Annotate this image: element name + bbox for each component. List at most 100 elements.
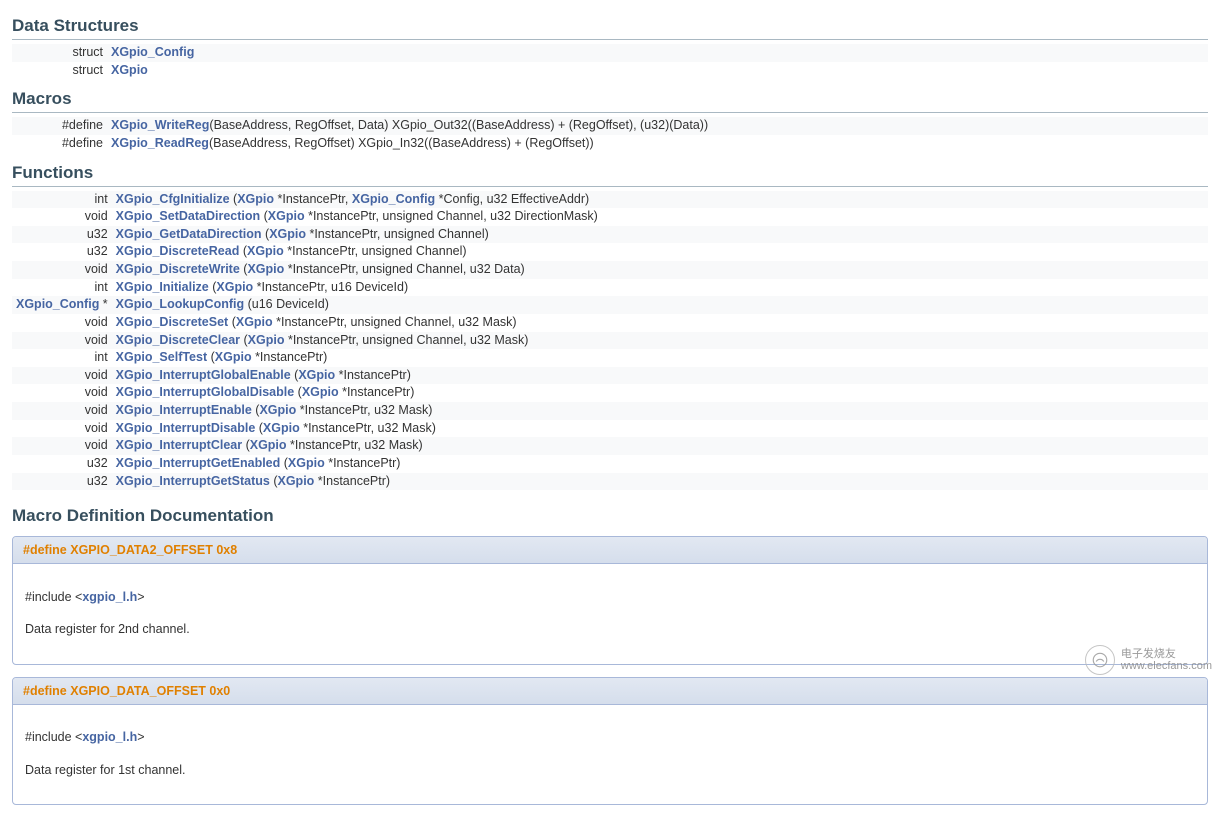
function-link[interactable]: XGpio_CfgInitialize bbox=[116, 192, 230, 206]
macro-def-cell: XGpio_ReadReg(BaseAddress, RegOffset) XG… bbox=[107, 135, 1208, 153]
table-row: void XGpio_InterruptDisable (XGpio *Insta… bbox=[12, 420, 1208, 438]
function-link[interactable]: XGpio_InterruptGlobalDisable bbox=[116, 385, 295, 399]
sig-text: ( bbox=[242, 438, 250, 452]
struct-name-cell: XGpio bbox=[107, 62, 1208, 80]
table-row: u32XGpio_GetDataDirection (XGpio *Instan… bbox=[12, 226, 1208, 244]
sig-text: *Config, u32 EffectiveAddr) bbox=[435, 192, 589, 206]
macros-table: #define XGpio_WriteReg(BaseAddress, RegOf… bbox=[12, 117, 1208, 152]
function-signature: XGpio_InterruptGlobalDisable (XGpio *Ins… bbox=[112, 384, 1208, 402]
type-link[interactable]: XGpio bbox=[278, 474, 315, 488]
macro-link[interactable]: XGpio_ReadReg bbox=[111, 136, 209, 150]
type-link[interactable]: XGpio bbox=[269, 227, 306, 241]
function-link[interactable]: XGpio_GetDataDirection bbox=[116, 227, 262, 241]
table-row: intXGpio_Initialize (XGpio *InstancePtr,… bbox=[12, 279, 1208, 297]
function-link[interactable]: XGpio_InterruptGetEnabled bbox=[116, 456, 281, 470]
macro-expansion: XGpio_Out32((BaseAddress) + (RegOffset),… bbox=[388, 118, 708, 132]
function-signature: XGpio_InterruptGetStatus (XGpio *Instanc… bbox=[112, 473, 1208, 491]
return-type: u32 bbox=[12, 473, 112, 491]
sig-text: *InstancePtr, unsigned Channel) bbox=[306, 227, 489, 241]
function-link[interactable]: XGpio_Initialize bbox=[116, 280, 209, 294]
include-close: > bbox=[137, 730, 144, 744]
type-link[interactable]: XGpio bbox=[248, 333, 285, 347]
macro-doc-body: #include <xgpio_l.h>Data register for 2n… bbox=[13, 564, 1207, 664]
struct-link[interactable]: XGpio bbox=[111, 63, 148, 77]
type-link[interactable]: XGpio bbox=[216, 280, 253, 294]
type-link[interactable]: XGpio bbox=[215, 350, 252, 364]
type-link[interactable]: XGpio bbox=[237, 192, 274, 206]
type-link[interactable]: XGpio bbox=[268, 209, 305, 223]
return-type: int bbox=[12, 279, 112, 297]
type-link[interactable]: XGpio bbox=[288, 456, 325, 470]
macro-doc-name: XGPIO_DATA2_OFFSET bbox=[70, 543, 213, 557]
return-type: int bbox=[12, 191, 112, 209]
function-link[interactable]: XGpio_InterruptGlobalEnable bbox=[116, 368, 291, 382]
function-signature: XGpio_DiscreteSet (XGpio *InstancePtr, u… bbox=[112, 314, 1208, 332]
sig-text: *InstancePtr) bbox=[339, 385, 415, 399]
define-keyword: #define bbox=[23, 684, 70, 698]
function-link[interactable]: XGpio_InterruptGetStatus bbox=[116, 474, 270, 488]
sig-text: *InstancePtr, unsigned Channel, u32 Mask… bbox=[273, 315, 517, 329]
table-row: u32 XGpio_InterruptGetEnabled (XGpio *Ins… bbox=[12, 455, 1208, 473]
sig-text: *InstancePtr, u32 Mask) bbox=[287, 438, 423, 452]
macro-params: (BaseAddress, RegOffset) bbox=[209, 136, 355, 150]
type-link[interactable]: XGpio bbox=[247, 244, 284, 258]
macro-doc-name: XGPIO_DATA_OFFSET bbox=[70, 684, 206, 698]
sig-text: ( bbox=[255, 421, 263, 435]
sig-text: *InstancePtr, u32 Mask) bbox=[300, 421, 436, 435]
function-link[interactable]: XGpio_DiscreteSet bbox=[116, 315, 229, 329]
function-link[interactable]: XGpio_DiscreteRead bbox=[116, 244, 240, 258]
macro-doc-value: 0x0 bbox=[206, 684, 230, 698]
include-close: > bbox=[137, 590, 144, 604]
define-keyword: #define bbox=[12, 117, 107, 135]
type-link[interactable]: XGpio bbox=[236, 315, 273, 329]
table-row: voidXGpio_InterruptClear (XGpio *Instanc… bbox=[12, 437, 1208, 455]
sig-text: *InstancePtr) bbox=[314, 474, 390, 488]
watermark-logo-icon bbox=[1085, 645, 1115, 675]
functions-table: intXGpio_CfgInitialize (XGpio *InstanceP… bbox=[12, 191, 1208, 491]
function-link[interactable]: XGpio_SelfTest bbox=[116, 350, 207, 364]
return-type: u32 bbox=[12, 226, 112, 244]
sig-text: ( bbox=[280, 456, 288, 470]
table-row: voidXGpio_InterruptEnable (XGpio *Instan… bbox=[12, 402, 1208, 420]
function-link[interactable]: XGpio_LookupConfig bbox=[116, 297, 244, 311]
return-type: u32 bbox=[12, 455, 112, 473]
type-link[interactable]: XGpio_Config bbox=[352, 192, 435, 206]
table-row: voidXGpio_SetDataDirection (XGpio *Insta… bbox=[12, 208, 1208, 226]
struct-name-cell: XGpio_Config bbox=[107, 44, 1208, 62]
sig-text: *InstancePtr, unsigned Channel, u32 Mask… bbox=[284, 333, 528, 347]
macro-link[interactable]: XGpio_WriteReg bbox=[111, 118, 209, 132]
struct-link[interactable]: XGpio_Config bbox=[111, 45, 194, 59]
watermark-brand: 电子发烧友 bbox=[1121, 648, 1212, 660]
function-link[interactable]: XGpio_SetDataDirection bbox=[116, 209, 260, 223]
macro-doc-body: #include <xgpio_l.h>Data register for 1s… bbox=[13, 705, 1207, 805]
type-link[interactable]: XGpio bbox=[298, 368, 335, 382]
function-link[interactable]: XGpio_InterruptClear bbox=[116, 438, 242, 452]
sig-text: *InstancePtr) bbox=[325, 456, 401, 470]
sig-text: ( bbox=[294, 385, 302, 399]
function-signature: XGpio_SelfTest (XGpio *InstancePtr) bbox=[112, 349, 1208, 367]
type-link[interactable]: XGpio bbox=[250, 438, 287, 452]
function-link[interactable]: XGpio_DiscreteClear bbox=[116, 333, 240, 347]
return-type-link[interactable]: XGpio_Config bbox=[16, 297, 99, 311]
type-link[interactable]: XGpio bbox=[302, 385, 339, 399]
function-link[interactable]: XGpio_DiscreteWrite bbox=[116, 262, 240, 276]
sig-text: *InstancePtr, unsigned Channel, u32 Data… bbox=[284, 262, 524, 276]
function-link[interactable]: XGpio_InterruptDisable bbox=[116, 421, 256, 435]
include-file-link[interactable]: xgpio_l.h bbox=[82, 590, 137, 604]
type-link[interactable]: XGpio bbox=[247, 262, 284, 276]
sig-text: *InstancePtr, u16 DeviceId) bbox=[253, 280, 408, 294]
return-type: void bbox=[12, 420, 112, 438]
function-signature: XGpio_InterruptEnable (XGpio *InstancePt… bbox=[112, 402, 1208, 420]
include-file-link[interactable]: xgpio_l.h bbox=[82, 730, 137, 744]
macro-doc-item: #define XGPIO_DATA_OFFSET 0x0 #include <x… bbox=[12, 677, 1208, 806]
sig-text: ( bbox=[207, 350, 215, 364]
type-link[interactable]: XGpio bbox=[263, 421, 300, 435]
function-link[interactable]: XGpio_InterruptEnable bbox=[116, 403, 252, 417]
function-signature: XGpio_CfgInitialize (XGpio *InstancePtr,… bbox=[112, 191, 1208, 209]
type-link[interactable]: XGpio bbox=[259, 403, 296, 417]
macro-doc-item: #define XGPIO_DATA2_OFFSET 0x8#include <… bbox=[12, 536, 1208, 665]
table-row: #defineXGpio_ReadReg(BaseAddress, RegOff… bbox=[12, 135, 1208, 153]
macro-doc-proto: #define XGPIO_DATA2_OFFSET 0x8 bbox=[13, 537, 1207, 564]
function-signature: XGpio_InterruptGlobalEnable (XGpio *Inst… bbox=[112, 367, 1208, 385]
return-type: void bbox=[12, 367, 112, 385]
